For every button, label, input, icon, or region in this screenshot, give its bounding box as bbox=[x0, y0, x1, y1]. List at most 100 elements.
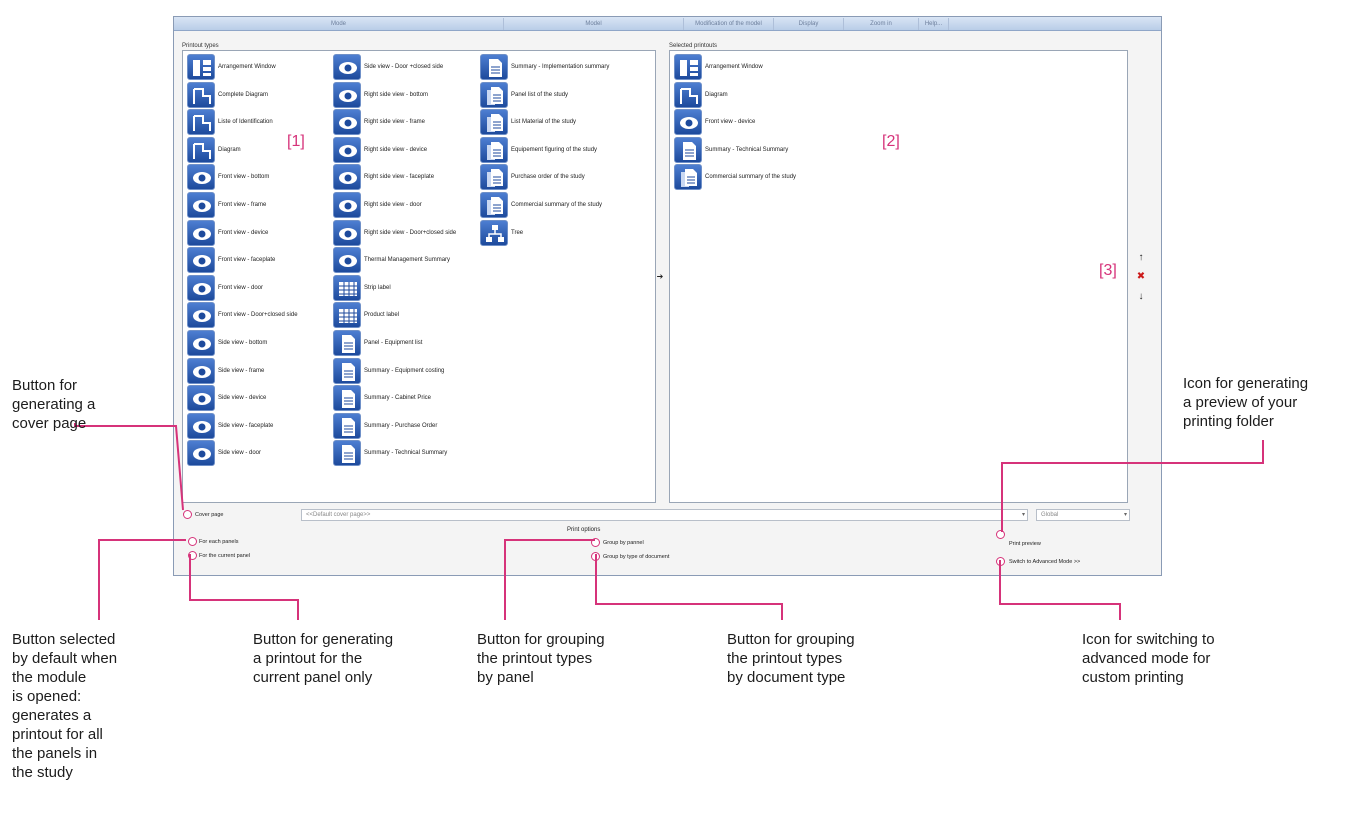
selected-printouts-list[interactable]: Arrangement Window Diagram Front view - de… bbox=[669, 50, 1128, 503]
printout-item-label: Front view - device bbox=[218, 229, 269, 236]
printout-type-item[interactable]: Summary - Technical Summary bbox=[333, 440, 447, 467]
selected-printout-item[interactable]: Front view - device bbox=[674, 109, 756, 136]
menu-display[interactable]: Display bbox=[774, 18, 844, 30]
printout-type-item[interactable]: Commercial summary of the study bbox=[480, 192, 602, 218]
printout-type-item[interactable]: Diagram bbox=[187, 136, 241, 163]
group-by-doc-type-label: Group by type of document bbox=[603, 554, 670, 560]
printout-type-item[interactable]: Summary - Cabinet Price bbox=[333, 385, 431, 412]
diagram-icon bbox=[187, 81, 215, 108]
grid-icon bbox=[333, 274, 361, 301]
for-current-panel-label: For the current panel bbox=[199, 553, 251, 559]
print-preview-label[interactable]: Print preview bbox=[1009, 541, 1041, 547]
printout-type-item[interactable]: Right side view - device bbox=[333, 136, 427, 163]
move-down-button[interactable]: ↓ bbox=[1136, 291, 1146, 302]
advanced-mode-link[interactable]: Switch to Advanced Mode >> bbox=[1009, 559, 1080, 565]
printout-type-item[interactable]: Side view - Door +closed side bbox=[333, 54, 443, 80]
selected-printout-item[interactable]: Summary - Technical Summary bbox=[674, 136, 788, 163]
printout-type-item[interactable]: List Material of the study bbox=[480, 109, 577, 136]
menu-zoom[interactable]: Zoom in bbox=[844, 18, 919, 30]
printout-item-label: Side view - door bbox=[218, 450, 262, 457]
printout-type-item[interactable]: Front view - device bbox=[187, 219, 269, 246]
printout-type-item[interactable]: Side view - frame bbox=[187, 357, 264, 384]
document-stack-icon bbox=[480, 192, 508, 218]
selected-printout-item[interactable]: Arrangement Window bbox=[674, 54, 763, 80]
printout-type-item[interactable]: Tree bbox=[480, 219, 523, 246]
menu-model[interactable]: Model bbox=[504, 18, 684, 30]
eye-icon bbox=[187, 192, 215, 218]
printout-type-item[interactable]: Summary - Equipment costing bbox=[333, 357, 444, 384]
print-preview-icon[interactable] bbox=[996, 530, 1005, 539]
printout-type-item[interactable]: Front view - Door+closed side bbox=[187, 302, 298, 329]
printout-types-list[interactable]: Arrangement Window Complete Diagram Liste … bbox=[182, 50, 656, 503]
annotation-line: the study bbox=[12, 764, 73, 781]
selected-printout-item[interactable]: Diagram bbox=[674, 81, 728, 108]
marker-2: [2] bbox=[882, 133, 900, 150]
eye-icon bbox=[333, 247, 361, 274]
printout-type-item[interactable]: Liste of Identification bbox=[187, 109, 273, 136]
cover-page-select[interactable]: <<Default cover page>> ▾ bbox=[301, 509, 1028, 521]
advanced-mode-icon[interactable] bbox=[996, 557, 1005, 566]
printout-type-item[interactable]: Side view - device bbox=[187, 385, 266, 412]
chevron-down-icon: ▾ bbox=[1123, 512, 1127, 518]
menu-help[interactable]: Help... bbox=[919, 18, 949, 30]
for-current-panel-radio[interactable] bbox=[188, 551, 197, 560]
printout-item-label: Right side view - frame bbox=[364, 119, 426, 126]
eye-icon bbox=[187, 302, 215, 329]
printout-type-item[interactable]: Right side view - door bbox=[333, 192, 422, 218]
printout-type-item[interactable]: Right side view - frame bbox=[333, 109, 426, 136]
printout-type-item[interactable]: Front view - door bbox=[187, 274, 263, 301]
delete-button[interactable]: ✖ bbox=[1136, 271, 1146, 282]
printout-item-label: Summary - Implementation summary bbox=[511, 64, 610, 70]
printout-type-item[interactable]: Panel list of the study bbox=[480, 81, 568, 108]
printout-type-item[interactable]: Side view - door bbox=[187, 440, 262, 467]
printout-type-item[interactable]: Side view - faceplate bbox=[187, 412, 273, 439]
annotation-line: by panel bbox=[477, 669, 534, 686]
printout-type-item[interactable]: Summary - Implementation summary bbox=[480, 54, 609, 80]
printout-type-item[interactable]: Right side view - Door+closed side bbox=[333, 219, 456, 246]
printout-type-item[interactable]: Panel - Equipment list bbox=[333, 330, 422, 356]
printout-type-item[interactable]: Complete Diagram bbox=[187, 81, 268, 108]
annotation-preview: Icon for generating a preview of your pr… bbox=[1183, 374, 1308, 431]
printout-type-item[interactable]: Right side view - faceplate bbox=[333, 164, 434, 191]
cover-scope-select[interactable]: Global ▾ bbox=[1036, 509, 1130, 521]
printout-type-item[interactable]: Purchase order of the study bbox=[480, 164, 585, 191]
printout-type-item[interactable]: Summary - Purchase Order bbox=[333, 412, 438, 439]
leader-cover-page bbox=[74, 423, 184, 511]
add-to-selection-button[interactable]: ➔ bbox=[655, 272, 665, 281]
annotation-line: Button selected bbox=[12, 631, 116, 648]
chevron-down-icon: ▾ bbox=[1021, 512, 1025, 518]
marker-3: [3] bbox=[1099, 262, 1117, 279]
selected-printouts-title: Selected printouts bbox=[669, 43, 718, 49]
printout-item-label: Arrangement Window bbox=[705, 64, 763, 70]
grid-icon bbox=[333, 302, 361, 329]
printout-item-label: Right side view - bottom bbox=[364, 91, 429, 98]
eye-icon bbox=[187, 330, 215, 356]
printout-type-item[interactable]: Product label bbox=[333, 302, 399, 329]
menu-mode[interactable]: Mode bbox=[174, 18, 504, 30]
for-each-panels-radio[interactable] bbox=[188, 537, 197, 546]
printout-item-label: List Material of the study bbox=[511, 119, 577, 126]
cover-page-checkbox[interactable] bbox=[183, 510, 192, 519]
annotation-line: Button for generating bbox=[253, 631, 394, 648]
printout-type-item[interactable]: Side view - bottom bbox=[187, 330, 267, 356]
group-by-doc-type-radio[interactable] bbox=[591, 552, 600, 561]
printout-type-item[interactable]: Front view - bottom bbox=[187, 164, 269, 191]
document-stack-icon bbox=[480, 109, 508, 136]
group-by-panel-radio[interactable] bbox=[591, 538, 600, 547]
printout-type-item[interactable]: Strip label bbox=[333, 274, 391, 301]
printout-item-label: Diagram bbox=[218, 146, 241, 153]
annotation-line: the printout types bbox=[477, 650, 593, 667]
printout-item-label: Summary - Purchase Order bbox=[364, 422, 438, 429]
printout-type-item[interactable]: Thermal Management Summary bbox=[333, 247, 450, 274]
printout-type-item[interactable]: Front view - faceplate bbox=[187, 247, 275, 274]
printout-type-item[interactable]: Arrangement Window bbox=[187, 54, 276, 80]
move-up-button[interactable]: ↑ bbox=[1136, 252, 1146, 263]
annotation-line: custom printing bbox=[1082, 669, 1184, 686]
printout-type-item[interactable]: Right side view - bottom bbox=[333, 81, 429, 108]
printout-type-item[interactable]: Equipement figuring of the study bbox=[480, 136, 597, 163]
menu-modification[interactable]: Modification of the model bbox=[684, 18, 774, 30]
printout-item-label: Front view - device bbox=[705, 119, 756, 126]
selected-printout-item[interactable]: Commercial summary of the study bbox=[674, 164, 796, 191]
marker-1: [1] bbox=[287, 133, 305, 150]
printout-type-item[interactable]: Front view - frame bbox=[187, 192, 266, 218]
